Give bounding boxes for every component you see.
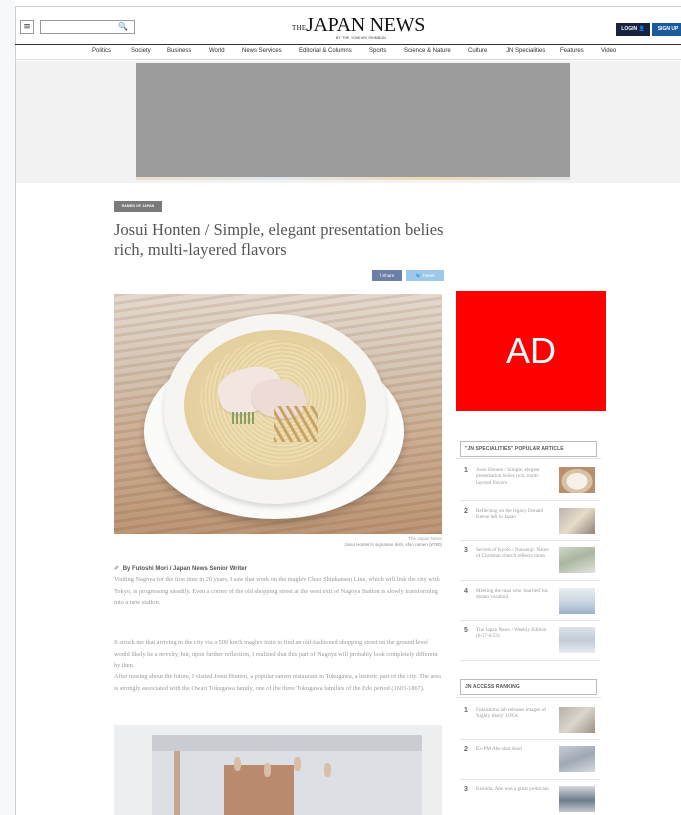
lantern (294, 757, 301, 771)
login-button[interactable]: LOGIN 👤 (616, 23, 650, 36)
shop-sign (152, 735, 422, 751)
photo-credit: The Japan News (408, 536, 442, 541)
article-link[interactable]: Meeting the man who 'married' his dream … (476, 588, 552, 601)
logo-sub: BY THE YOMIURI SHIMBUN (336, 36, 386, 40)
lantern (324, 763, 331, 777)
article-paragraph: Visiting Nagoya for the first time in 20… (114, 576, 440, 606)
nav-item-jn-specialities[interactable]: JN Specialities (506, 48, 545, 54)
byline-text: By Futoshi Mori / Japan News Senior Writ… (122, 566, 247, 572)
ranking-item[interactable]: 2 Ex-PM Abe shot dead (460, 746, 600, 780)
signup-button[interactable]: SIGN UP (652, 23, 681, 36)
pen-icon: ✐ (114, 565, 120, 572)
banner-divider (136, 177, 570, 180)
article-thumbnail[interactable] (559, 746, 595, 772)
nav-item-news-services[interactable]: News Services (242, 48, 282, 54)
rank-number: 1 (464, 467, 468, 474)
section-divider (456, 458, 601, 459)
nav-item-editorial[interactable]: Editorial & Columns (299, 48, 352, 54)
menu-icon[interactable]: ≡ (20, 20, 34, 34)
logo-main: JAPAN NEWS (306, 14, 426, 36)
sidebar-ad[interactable]: AD (456, 291, 606, 411)
list-divider (460, 580, 600, 581)
rank-number: 2 (464, 746, 468, 753)
green-onions (232, 412, 254, 424)
article-paragraph: After musing about the future, I visited… (114, 673, 441, 692)
list-divider (460, 540, 600, 541)
list-divider (460, 660, 600, 661)
section-divider (456, 697, 601, 698)
nav-item-sports[interactable]: Sports (369, 48, 386, 54)
popular-article-item[interactable]: 5 The Japan News / Weekly Edition (6/17-… (460, 627, 600, 661)
site-logo[interactable]: THE JAPAN NEWS BY THE YOMIURI SHIMBUN (292, 14, 426, 40)
photo-caption: Josui Honten's signature dish, shio rame… (344, 542, 442, 547)
top-bar: ≡ 🔍 THE JAPAN NEWS BY THE YOMIURI SHIMBU… (0, 6, 681, 40)
rank-number: 2 (464, 508, 468, 515)
list-divider (460, 779, 600, 780)
twitter-share-button[interactable]: 🐦 Tweet (406, 270, 444, 281)
nav-item-culture[interactable]: Culture (468, 48, 487, 54)
lantern (264, 763, 271, 777)
popular-article-item[interactable]: 3 Secrets of Kyoto / Nanzenji: Name of C… (460, 547, 600, 581)
article-link[interactable]: Secrets of Kyoto / Nanzenji: Name of Chr… (476, 547, 552, 560)
left-margin (0, 0, 15, 815)
popular-article-item[interactable]: 2 Reflecting on the legacy Donald Keene … (460, 508, 600, 542)
nav-item-politics[interactable]: Politics (92, 48, 111, 54)
article-link[interactable]: Ex-PM Abe shot dead (476, 746, 552, 752)
article-photo (114, 294, 442, 534)
ranking-item[interactable]: 3 Kishida: Abe was a great politician (460, 786, 600, 815)
bamboo-shoots (274, 406, 318, 442)
nav-item-features[interactable]: Features (560, 48, 584, 54)
article-link[interactable]: Reflecting on the legacy Donald Keene le… (476, 508, 552, 521)
category-tag[interactable]: RAMEN OF JAPAN (114, 201, 162, 212)
article-thumbnail[interactable] (559, 467, 595, 493)
rank-number: 3 (464, 786, 468, 793)
rank-number: 3 (464, 547, 468, 554)
nav-item-science[interactable]: Science & Nature (404, 48, 451, 54)
ranking-item[interactable]: 1 Fukushima lab releases images of 'high… (460, 707, 600, 741)
popular-article-item[interactable]: 1 Josui Honten / Simple, elegant present… (460, 467, 600, 501)
article-thumbnail[interactable] (559, 627, 595, 653)
nav-item-video[interactable]: Video (601, 48, 616, 54)
byline: ✐ By Futoshi Mori / Japan News Senior Wr… (114, 565, 247, 572)
article-thumbnail[interactable] (559, 508, 595, 534)
list-divider (460, 620, 600, 621)
pole (174, 751, 180, 815)
article-link[interactable]: Kishida: Abe was a great politician (476, 786, 552, 792)
article-thumbnail[interactable] (559, 707, 595, 733)
logo-the: THE (292, 24, 307, 32)
storefront-photo (114, 725, 442, 815)
article-link[interactable]: Josui Honten / Simple, elegant presentat… (476, 467, 552, 486)
rank-number: 5 (464, 627, 468, 634)
search-input[interactable]: 🔍 (40, 20, 135, 34)
main-nav: Politics Society Business World News Ser… (15, 44, 681, 60)
nav-item-society[interactable]: Society (131, 48, 151, 54)
article-paragraph: It struck me that arriving in the city v… (114, 639, 438, 669)
article-headline: Josui Honten / Simple, elegant presentat… (114, 220, 444, 259)
article-thumbnail[interactable] (559, 786, 595, 812)
article-link[interactable]: The Japan News / Weekly Edition (6/17-6/… (476, 627, 552, 640)
nav-item-world[interactable]: World (209, 48, 225, 54)
facebook-share-button[interactable]: f Share (372, 270, 402, 281)
access-ranking-heading: JN ACCESS RANKING (460, 679, 597, 695)
rank-number: 1 (464, 707, 468, 714)
popular-article-item[interactable]: 4 Meeting the man who 'married' his drea… (460, 588, 600, 622)
shop-entrance (224, 765, 294, 815)
banner-ad[interactable] (136, 63, 570, 177)
lantern (234, 757, 241, 771)
article-link[interactable]: Fukushima lab releases images of 'highly… (476, 707, 552, 720)
article-thumbnail[interactable] (559, 588, 595, 614)
popular-articles-heading: "JN SPECIALITIES" POPULAR ARTICLE (460, 441, 597, 457)
search-icon[interactable]: 🔍 (118, 22, 128, 31)
nav-item-business[interactable]: Business (167, 48, 191, 54)
article-thumbnail[interactable] (559, 547, 595, 573)
rank-number: 4 (464, 588, 468, 595)
list-divider (460, 500, 600, 501)
list-divider (460, 739, 600, 740)
